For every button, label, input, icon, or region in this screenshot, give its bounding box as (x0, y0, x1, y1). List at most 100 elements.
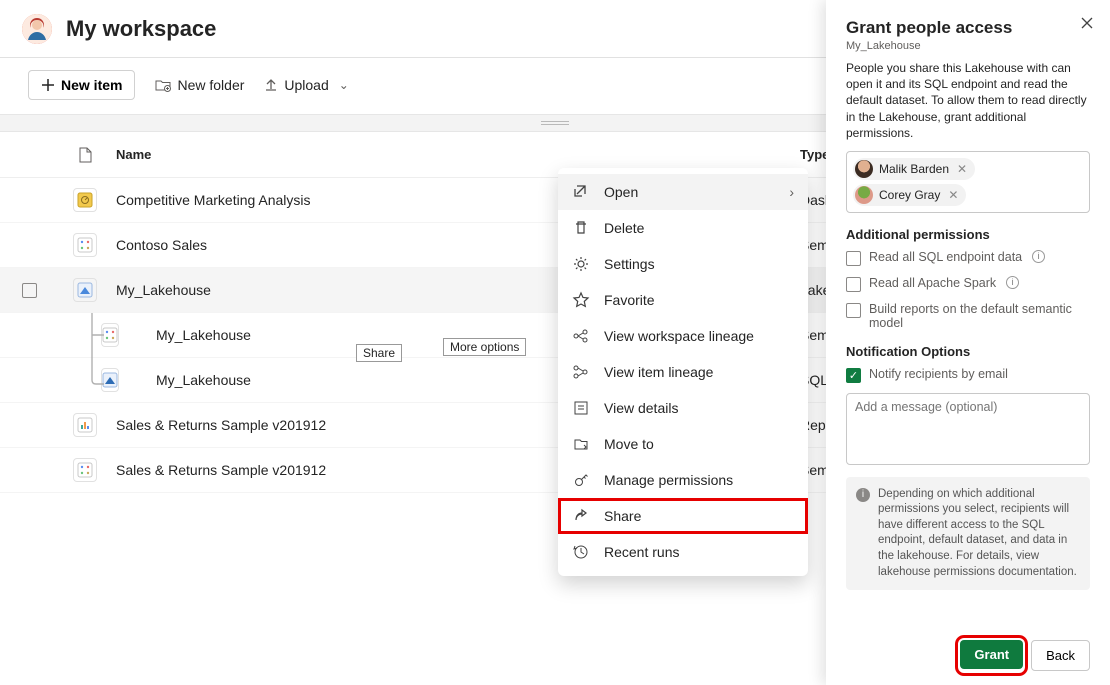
item-name[interactable]: Contoso Sales (116, 237, 207, 253)
panel-subtitle: My_Lakehouse (846, 40, 1090, 52)
menu-recent[interactable]: Recent runs (558, 534, 808, 570)
details-icon (572, 399, 590, 417)
menu-details[interactable]: View details (558, 390, 808, 426)
menu-lineage-item[interactable]: View item lineage (558, 354, 808, 390)
remove-person-icon[interactable]: ✕ (946, 188, 960, 202)
new-item-button[interactable]: New item (28, 70, 135, 100)
item-name[interactable]: Competitive Marketing Analysis (116, 192, 311, 208)
person-avatar (855, 160, 873, 178)
new-item-label: New item (61, 77, 122, 93)
permission-checkbox[interactable]: Read all Apache Spark i (846, 276, 1090, 292)
grant-button[interactable]: Grant (960, 640, 1023, 669)
menu-settings[interactable]: Settings (558, 246, 808, 282)
more-options-tooltip: More options (443, 338, 526, 356)
model-icon (73, 458, 97, 482)
info-icon[interactable]: i (1006, 276, 1019, 289)
chevron-down-icon: ⌄ (339, 78, 349, 92)
person-name: Malik Barden (879, 162, 949, 176)
context-menu: Open › Delete Settings Favorite View workspac… (558, 168, 808, 576)
permission-checkbox[interactable]: Read all SQL endpoint data i (846, 250, 1090, 266)
menu-label: Recent runs (604, 544, 679, 560)
permission-label: Read all Apache Spark (869, 276, 996, 290)
item-name[interactable]: My_Lakehouse (156, 327, 251, 343)
row-checkbox[interactable] (22, 283, 37, 298)
chevron-right-icon: › (789, 184, 794, 200)
message-textarea[interactable] (846, 393, 1090, 465)
person-avatar (855, 186, 873, 204)
person-name: Corey Gray (879, 188, 940, 202)
back-button[interactable]: Back (1031, 640, 1090, 671)
remove-person-icon[interactable]: ✕ (955, 162, 969, 176)
lineage-item-icon (572, 363, 590, 381)
menu-lineage-ws[interactable]: View workspace lineage (558, 318, 808, 354)
tree-connector (88, 358, 108, 402)
share-icon (572, 507, 590, 525)
panel-title: Grant people access (846, 18, 1090, 38)
report-icon (73, 413, 97, 437)
menu-move[interactable]: Move to (558, 426, 808, 462)
permission-label: Build reports on the default semantic mo… (869, 302, 1090, 330)
permissions-list: Read all SQL endpoint dataiRead all Apac… (846, 250, 1090, 340)
menu-label: Share (604, 508, 641, 524)
new-folder-button[interactable]: New folder (155, 77, 244, 93)
panel-description: People you share this Lakehouse with can… (846, 60, 1090, 141)
menu-share[interactable]: Share (558, 498, 808, 534)
people-input[interactable]: Malik Barden ✕ Corey Gray ✕ (846, 151, 1090, 213)
notify-email-label: Notify recipients by email (869, 367, 1008, 381)
menu-open[interactable]: Open › (558, 174, 808, 210)
permission-label: Read all SQL endpoint data (869, 250, 1022, 264)
menu-permissions[interactable]: Manage permissions (558, 462, 808, 498)
panel-footer: Grant Back (846, 626, 1090, 671)
upload-button[interactable]: Upload ⌄ (264, 77, 348, 93)
move-icon (572, 435, 590, 453)
new-folder-label: New folder (177, 77, 244, 93)
item-name[interactable]: Sales & Returns Sample v201912 (116, 462, 326, 478)
menu-favorite[interactable]: Favorite (558, 282, 808, 318)
person-chip[interactable]: Corey Gray ✕ (853, 184, 966, 206)
avatar (22, 14, 52, 44)
item-name[interactable]: My_Lakehouse (116, 282, 211, 298)
open-icon (572, 183, 590, 201)
file-icon (64, 147, 106, 163)
lakehouse-icon (73, 278, 97, 302)
page-title: My workspace (66, 16, 216, 42)
lineage-ws-icon (572, 327, 590, 345)
upload-label: Upload (284, 77, 328, 93)
menu-label: Open (604, 184, 638, 200)
recent-icon (572, 543, 590, 561)
folder-plus-icon (155, 78, 171, 92)
model-icon (73, 233, 97, 257)
share-tooltip: Share (356, 344, 402, 362)
close-icon[interactable] (1080, 16, 1094, 30)
menu-label: View details (604, 400, 678, 416)
settings-icon (572, 255, 590, 273)
delete-icon (572, 219, 590, 237)
grant-access-panel: Grant people access My_Lakehouse People … (826, 0, 1110, 685)
menu-label: Move to (604, 436, 654, 452)
permission-checkbox[interactable]: Build reports on the default semantic mo… (846, 302, 1090, 330)
tree-connector (88, 313, 108, 357)
menu-delete[interactable]: Delete (558, 210, 808, 246)
menu-label: Delete (604, 220, 644, 236)
plus-icon (41, 78, 55, 92)
permissions-icon (572, 471, 590, 489)
info-note: i Depending on which additional permissi… (846, 477, 1090, 590)
item-name[interactable]: My_Lakehouse (156, 372, 251, 388)
menu-label: Favorite (604, 292, 655, 308)
info-icon[interactable]: i (1032, 250, 1045, 263)
item-name[interactable]: Sales & Returns Sample v201912 (116, 417, 326, 433)
menu-label: Manage permissions (604, 472, 733, 488)
menu-label: Settings (604, 256, 655, 272)
notification-options-label: Notification Options (846, 344, 1090, 359)
info-note-text: Depending on which additional permission… (878, 487, 1080, 580)
menu-label: View workspace lineage (604, 328, 754, 344)
notify-email-checkbox[interactable]: ✓ Notify recipients by email (846, 367, 1090, 383)
info-icon: i (856, 488, 870, 502)
favorite-icon (572, 291, 590, 309)
col-name[interactable]: Name (106, 147, 800, 162)
upload-icon (264, 78, 278, 92)
additional-permissions-label: Additional permissions (846, 227, 1090, 242)
dashboard-icon (73, 188, 97, 212)
person-chip[interactable]: Malik Barden ✕ (853, 158, 975, 180)
menu-label: View item lineage (604, 364, 713, 380)
